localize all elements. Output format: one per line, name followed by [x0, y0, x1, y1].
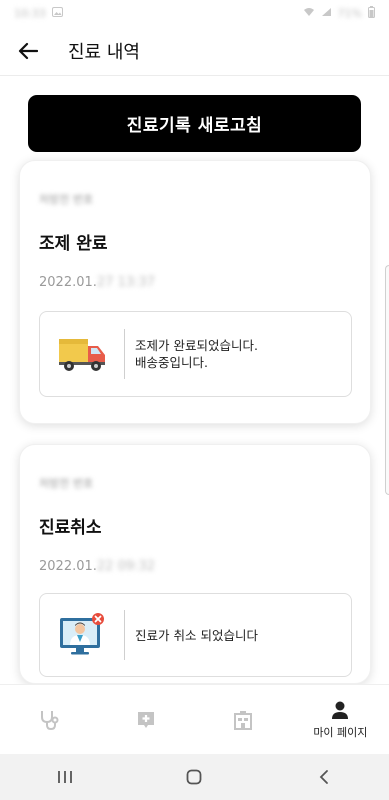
record-date-hidden: 27 13:37 [96, 275, 156, 290]
record-date-prefix: 2022.01. [39, 275, 97, 290]
record-date: 2022.01.27 13:37 [39, 275, 155, 290]
bottom-nav: 마이 페이지 [0, 684, 389, 754]
record-label: 처방전 번호 [39, 477, 94, 490]
notice-line: 배송중입니다. [135, 355, 208, 370]
record-card[interactable]: 처방전 번호 진료취소 2022.01.22 09:32 진료가 취소 되었습니… [19, 444, 371, 684]
notice-line: 진료가 취소 되었습니다 [135, 627, 258, 643]
scrollbar-handle[interactable] [385, 265, 389, 495]
record-label: 처방전 번호 [39, 193, 94, 206]
record-date: 2022.01.22 09:32 [39, 559, 155, 574]
record-status: 조제 완료 [39, 234, 108, 254]
status-time: 10:33 [14, 6, 46, 20]
hospital-icon [234, 710, 253, 730]
record-notice: 진료가 취소 되었습니다 [39, 593, 352, 677]
arrow-left-icon [18, 42, 38, 59]
back-button[interactable] [14, 37, 42, 65]
record-status: 진료취소 [39, 518, 102, 538]
system-back-button[interactable] [294, 757, 354, 797]
notice-line: 조제가 완료되었습니다. [135, 338, 258, 353]
page-title: 진료 내역 [68, 41, 140, 63]
battery-percent: 71% [337, 6, 362, 20]
chevron-left-icon [319, 770, 329, 784]
nav-item-medical[interactable] [97, 685, 194, 754]
status-bar: 10:33 71% [0, 0, 389, 26]
refresh-records-button[interactable]: 진료기록 새로고침 [28, 95, 361, 152]
system-navigation-bar [0, 754, 389, 800]
recent-apps-button[interactable] [35, 757, 95, 797]
app-bar: 진료 내역 [0, 26, 389, 76]
recent-apps-icon [57, 771, 72, 783]
medical-plus-icon [137, 711, 154, 728]
home-icon [187, 769, 202, 785]
stethoscope-icon [40, 710, 59, 730]
record-date-hidden: 22 09:32 [96, 559, 156, 574]
nav-item-treatment[interactable] [0, 685, 97, 754]
record-notice: 조제가 완료되었습니다. 배송중입니다. [39, 311, 352, 397]
gallery-notification-icon [51, 6, 63, 20]
record-date-prefix: 2022.01. [39, 559, 97, 574]
nav-item-my-page[interactable]: 마이 페이지 [292, 685, 389, 754]
home-button[interactable] [164, 757, 224, 797]
person-icon [332, 701, 349, 719]
nav-item-hospital[interactable] [195, 685, 292, 754]
signal-icon [321, 7, 332, 20]
doctor-cancel-icon [40, 594, 124, 676]
record-card[interactable]: 처방전 번호 조제 완료 2022.01.27 13:37 조제가 완료되었습니… [19, 160, 371, 424]
nav-label-my-page: 마이 페이지 [313, 725, 368, 739]
wifi-icon [303, 7, 315, 20]
delivery-truck-icon [40, 312, 124, 396]
notice-message: 진료가 취소 되었습니다 [125, 627, 258, 644]
notice-message: 조제가 완료되었습니다. 배송중입니다. [125, 337, 258, 371]
battery-icon [368, 5, 375, 21]
